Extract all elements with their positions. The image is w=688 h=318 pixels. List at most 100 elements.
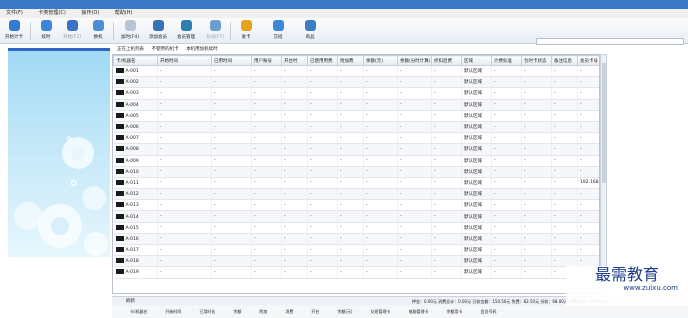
table-row[interactable]: A-002- - - - - - - - - 默认区域 - - - - bbox=[113, 76, 599, 89]
filter-unused-cards[interactable]: 不使用的机卡 bbox=[152, 47, 179, 52]
table-row[interactable]: A-015- - - - - - - - - 默认区域 - - - - bbox=[113, 222, 599, 234]
machine-name: A-014 bbox=[125, 214, 139, 220]
machine-name-cell: A-012 bbox=[113, 188, 158, 201]
table-cell: - bbox=[551, 110, 578, 122]
menu-card-management[interactable]: 卡类管理(C) bbox=[38, 9, 65, 18]
table-cell: - bbox=[521, 99, 552, 111]
table-cell: 默认区域 bbox=[461, 266, 492, 279]
menu-operation[interactable]: 操作(O) bbox=[81, 9, 99, 18]
table-row[interactable]: A-013- - - - - - - - - 默认区域 - - - - bbox=[113, 199, 599, 212]
filter-local-extension[interactable]: 本机用加机续时 bbox=[186, 47, 218, 52]
table-row[interactable]: A-006- - - - - - - - - 默认区域 - - - - bbox=[113, 121, 599, 134]
table-cell: - bbox=[521, 65, 552, 78]
issue-card-label: 发卡 bbox=[241, 35, 251, 40]
private-room-button[interactable]: 包间(F7) bbox=[203, 20, 227, 42]
column-header[interactable]: 开台时 bbox=[281, 55, 308, 66]
change-machine-button[interactable]: 换机 bbox=[86, 20, 110, 42]
table-cell: - bbox=[521, 266, 552, 279]
machine-name-cell: A-004 bbox=[113, 99, 158, 111]
menu-bar: 文件(F) 卡类管理(C) 操作(O) 帮助(H) bbox=[0, 9, 688, 18]
table-cell: - bbox=[491, 233, 522, 246]
column-header[interactable]: 包时卡状态 bbox=[521, 55, 552, 66]
arrow-icon bbox=[40, 20, 52, 31]
machine-name: A-006 bbox=[125, 125, 139, 131]
column-header[interactable]: 附加费 bbox=[337, 55, 364, 66]
machine-icon bbox=[115, 258, 124, 264]
menu-file[interactable]: 文件(F) bbox=[6, 9, 23, 18]
table-row[interactable]: A-008- - - - - - - - - 默认区域 - - - - bbox=[113, 143, 599, 156]
filter-online-list[interactable]: 正在上机列表 bbox=[117, 47, 144, 52]
watermark-url: www.zuixu.com bbox=[623, 284, 678, 292]
table-row[interactable]: A-017- - - - - - - - - 默认区域 - - - - bbox=[113, 244, 599, 257]
add-member-button[interactable]: 添加会员 bbox=[146, 20, 170, 42]
table-cell: - bbox=[337, 132, 364, 145]
column-header[interactable]: 余额(元) bbox=[363, 55, 398, 66]
column-header[interactable]: 备注信息 bbox=[551, 55, 578, 66]
table-row[interactable]: A-014- - - - - - - - - 默认区域 - - - - bbox=[113, 210, 599, 223]
cart-icon bbox=[304, 20, 316, 31]
table-cell: - bbox=[521, 121, 552, 134]
table-row[interactable]: A-005- - - - - - - - - 默认区域 - - - - bbox=[113, 110, 599, 122]
column-header[interactable]: 已用时间 bbox=[211, 55, 252, 66]
table-cell: - bbox=[521, 87, 552, 100]
table-cell: - bbox=[307, 222, 338, 234]
table-cell: - bbox=[281, 255, 308, 268]
table-row[interactable]: A-004- - - - - - - - - 默认区域 - - - - bbox=[113, 99, 599, 111]
table-cell: 默认区域 bbox=[461, 199, 492, 212]
column-header[interactable]: 折扣后费 bbox=[431, 55, 462, 66]
table-row[interactable]: A-009- - - - - - - - - 默认区域 - - - - bbox=[113, 155, 599, 167]
column-header[interactable]: 用户账号 bbox=[251, 55, 282, 66]
machine-name-cell: A-006 bbox=[113, 121, 158, 134]
machine-icon bbox=[115, 168, 124, 174]
machine-name-cell: A-014 bbox=[113, 210, 158, 223]
table-cell: - bbox=[307, 87, 338, 100]
column-header[interactable]: 会员卡号 bbox=[577, 55, 599, 66]
table-row[interactable]: A-007- - - - - - - - - 默认区域 - - - - bbox=[113, 132, 599, 145]
machine-icon bbox=[115, 235, 124, 241]
column-header[interactable]: 计费标准 bbox=[491, 55, 522, 66]
bottom-column-label: 余额(元) bbox=[337, 309, 353, 314]
machine-name-cell: A-002 bbox=[113, 76, 158, 89]
table-row[interactable]: A-011---------默认区域---192.168.3.123 bbox=[113, 177, 599, 190]
search-input[interactable] bbox=[536, 38, 684, 45]
issue-card-button[interactable]: 发卡 bbox=[234, 20, 258, 42]
extend-time-button[interactable]: 续时 bbox=[34, 20, 58, 42]
table-cell: - bbox=[157, 65, 212, 78]
table-cell: - bbox=[521, 132, 552, 145]
column-header[interactable]: 区域 bbox=[461, 55, 492, 66]
shift-handover-label: 交班 bbox=[273, 35, 283, 40]
machine-name: A-002 bbox=[125, 80, 139, 86]
member-management-button[interactable]: 会员管理 bbox=[174, 20, 198, 42]
add-time-button[interactable]: 加时(F4) bbox=[118, 20, 142, 42]
scrollbar-thumb[interactable] bbox=[602, 63, 606, 183]
start-f2-label: 开始(F2) bbox=[63, 35, 81, 40]
table-cell: - bbox=[211, 87, 252, 100]
table-cell: - bbox=[363, 255, 398, 268]
table-cell: - bbox=[491, 177, 522, 190]
table-row[interactable]: A-003- - - - - - - - - 默认区域 - - - - bbox=[113, 87, 599, 100]
table-row[interactable]: A-010- - - - - - - - - 默认区域 - - - - bbox=[113, 166, 599, 178]
table-row[interactable]: A-019---------默认区域---- bbox=[113, 266, 599, 279]
column-header[interactable]: 余额(分时计算) bbox=[397, 55, 432, 66]
table-cell: - bbox=[337, 244, 364, 257]
table-cell: - bbox=[551, 177, 578, 190]
start-f2-button[interactable]: 开始(F2) bbox=[60, 20, 84, 42]
watermark-text: 最需教育 bbox=[594, 265, 659, 284]
column-header[interactable]: 开始时间 bbox=[157, 55, 212, 66]
bottom-column-label: 附加 bbox=[259, 309, 268, 314]
start-card-button[interactable]: 开始计卡 bbox=[2, 20, 26, 42]
table-cell: - bbox=[307, 233, 338, 246]
table-cell: - bbox=[491, 155, 522, 167]
column-header[interactable]: 已使用用费 bbox=[307, 55, 338, 66]
goods-button[interactable]: 商品 bbox=[298, 20, 322, 42]
table-row[interactable]: A-018- - - - - - - - - 默认区域 - - - - bbox=[113, 255, 599, 268]
toolbar-separator bbox=[30, 22, 31, 40]
left-decorative-panel: ✿ ✿ bbox=[8, 48, 110, 257]
table-row[interactable]: A-012- - - - - - - - - 默认区域 - - - - bbox=[113, 188, 599, 201]
menu-help[interactable]: 帮助(H) bbox=[115, 9, 133, 18]
vertical-scrollbar[interactable] bbox=[600, 54, 607, 294]
table-row[interactable]: A-001- - - - - - - - - 默认区域 - - - - bbox=[113, 65, 599, 78]
column-header[interactable]: 卡/机器名 bbox=[113, 55, 158, 66]
table-row[interactable]: A-016- - - - - - - - - 默认区域 - - - - bbox=[113, 233, 599, 246]
shift-handover-button[interactable]: 交班 bbox=[266, 20, 290, 42]
